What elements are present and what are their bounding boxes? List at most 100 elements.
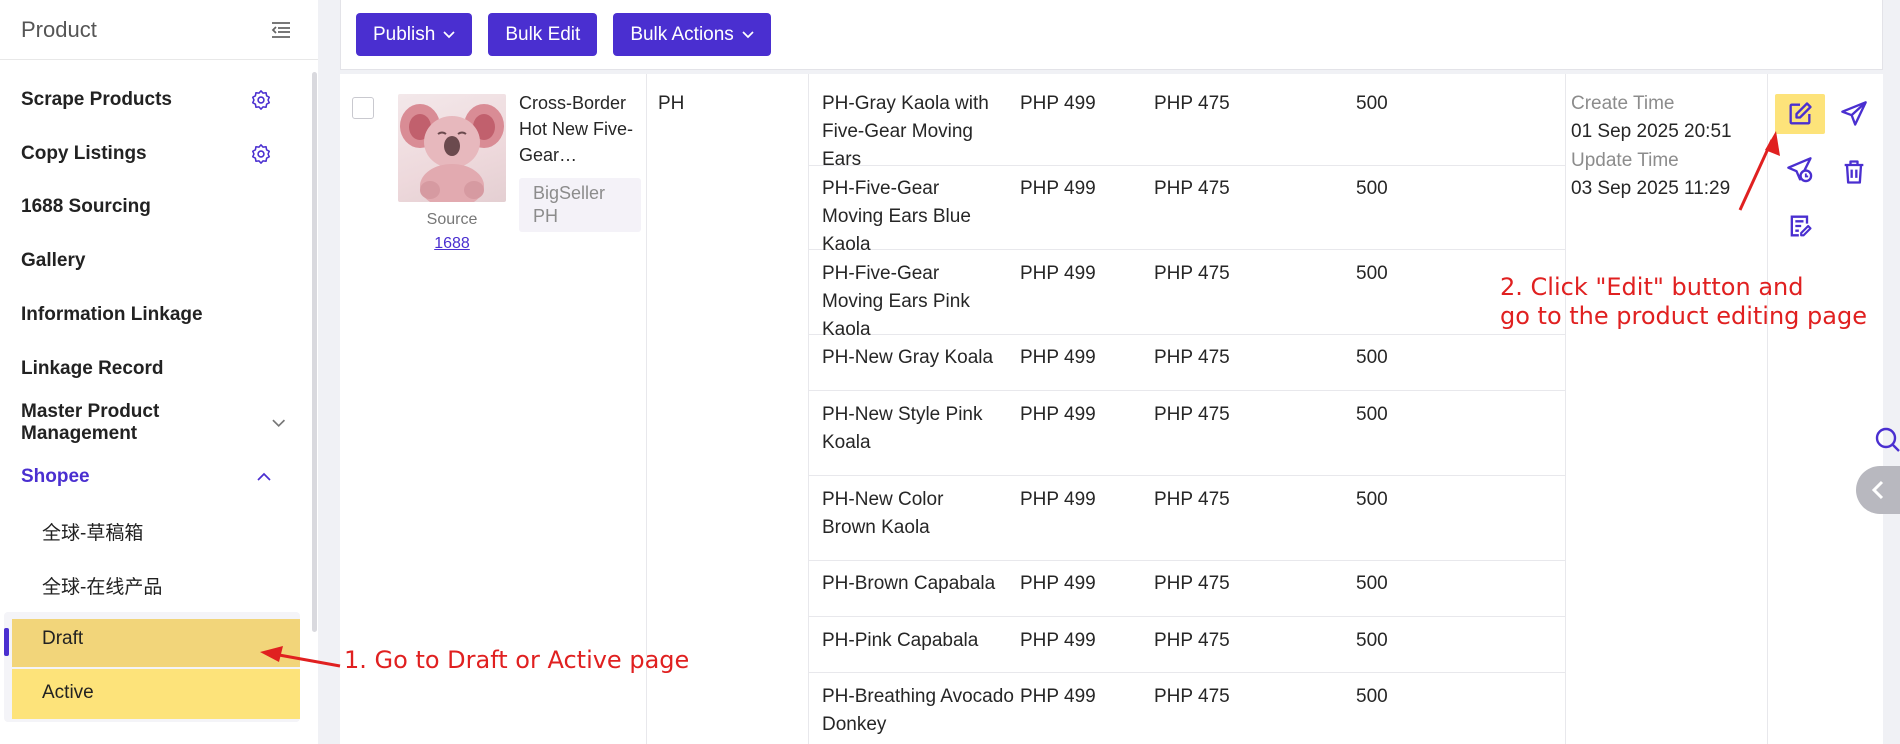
source-label: Source xyxy=(426,211,478,228)
variant-stock: 500 xyxy=(1356,263,1388,284)
row-checkbox[interactable] xyxy=(352,97,374,119)
variant-sale-price: PHP 475 xyxy=(1154,263,1230,284)
sidebar-item-label: Shopee xyxy=(21,466,90,487)
annotation-step2-line1: 2. Click "Edit" button and xyxy=(1500,273,1804,301)
update-time-label: Update Time xyxy=(1571,150,1679,171)
variant-name: PH-Gray Kaola with Five-Gear Moving Ears xyxy=(822,93,989,170)
variant-price: PHP 499 xyxy=(1020,573,1096,594)
sidebar-item-gallery[interactable]: Gallery xyxy=(0,239,300,283)
publish-to-shop-icon[interactable] xyxy=(1786,156,1814,184)
publish-icon[interactable] xyxy=(1840,100,1868,128)
variant-name: PH-Five-Gear Moving Ears Blue Kaola xyxy=(822,178,971,255)
product-image[interactable] xyxy=(398,94,506,202)
variant-price: PHP 499 xyxy=(1020,489,1096,510)
create-time-label: Create Time xyxy=(1571,93,1675,114)
variant-name: PH-Brown Capabala xyxy=(822,573,996,594)
sidebar-item-label: 1688 Sourcing xyxy=(21,196,151,217)
variant-price: PHP 499 xyxy=(1020,404,1096,425)
sidebar-item-copy-listings[interactable]: Copy Listings xyxy=(0,132,300,176)
variant-stock: 500 xyxy=(1356,178,1388,199)
sidebar-item-1688-sourcing[interactable]: 1688 Sourcing xyxy=(0,185,300,229)
publish-label: Publish xyxy=(373,23,436,45)
chevron-down-icon xyxy=(742,30,754,38)
sidebar-item-information-linkage[interactable]: Information Linkage xyxy=(0,293,300,337)
collapse-menu-icon[interactable] xyxy=(270,20,292,40)
sidebar-item-label: Information Linkage xyxy=(21,304,203,325)
sidebar: Product Scrape Products Copy Listings 16… xyxy=(0,0,318,744)
product-table: Source 1688 Cross-Border Hot New Five-Ge… xyxy=(340,74,1883,744)
product-title[interactable]: Cross-Border Hot New Five-Gear… xyxy=(519,90,639,168)
bulk-actions-label: Bulk Actions xyxy=(630,23,734,45)
sidebar-item-master-product-management[interactable]: Master Product Management xyxy=(0,401,300,445)
sidebar-item-label: Draft xyxy=(42,628,84,649)
sidebar-subitem-global-active[interactable]: 全球-在线产品 xyxy=(0,563,300,607)
row-divider xyxy=(808,616,1565,617)
variant-price: PHP 499 xyxy=(1020,263,1096,284)
row-divider xyxy=(808,475,1565,476)
sidebar-item-label: 全球-在线产品 xyxy=(42,576,163,598)
variant-stock: 500 xyxy=(1356,489,1388,510)
sidebar-title: Product xyxy=(21,16,97,42)
publish-button[interactable]: Publish xyxy=(356,13,473,56)
sidebar-item-linkage-record[interactable]: Linkage Record xyxy=(0,347,300,391)
sidebar-subitem-active[interactable]: Active xyxy=(0,671,300,715)
variant-sale-price: PHP 475 xyxy=(1154,347,1230,368)
bulk-edit-label: Bulk Edit xyxy=(505,23,581,45)
sidebar-subitem-global-draft[interactable]: 全球-草稿箱 xyxy=(0,509,300,553)
gear-icon[interactable] xyxy=(250,89,272,111)
site-cell: PH xyxy=(658,93,685,114)
column-divider xyxy=(646,74,647,744)
variant-name: PH-New Gray Koala xyxy=(822,347,994,368)
sidebar-item-label: Active xyxy=(42,682,94,703)
variant-stock: 500 xyxy=(1356,347,1388,368)
variant-stock: 500 xyxy=(1356,404,1388,425)
column-divider xyxy=(1767,74,1768,744)
sidebar-header: Product xyxy=(0,0,318,60)
variant-sale-price: PHP 475 xyxy=(1154,93,1230,114)
sidebar-item-label: Gallery xyxy=(21,250,86,271)
gear-icon[interactable] xyxy=(250,143,272,165)
update-time-value: 03 Sep 2025 11:29 xyxy=(1571,178,1731,199)
row-divider xyxy=(808,390,1565,391)
annotation-step1: 1. Go to Draft or Active page xyxy=(344,646,690,674)
trash-icon[interactable] xyxy=(1840,158,1868,186)
variant-price: PHP 499 xyxy=(1020,630,1096,651)
sidebar-item-scrape-products[interactable]: Scrape Products xyxy=(0,78,300,122)
edit-icon[interactable] xyxy=(1786,100,1814,128)
sidebar-scrollbar[interactable] xyxy=(312,72,317,632)
variant-sale-price: PHP 475 xyxy=(1154,686,1230,707)
variant-name: PH-New Color Brown Kaola xyxy=(822,489,944,538)
store-tag: BigSeller PH xyxy=(519,178,641,232)
sidebar-item-label: Scrape Products xyxy=(21,89,172,110)
variant-price: PHP 499 xyxy=(1020,347,1096,368)
sidebar-item-shopee[interactable]: Shopee xyxy=(0,455,300,499)
column-divider xyxy=(808,74,809,744)
variant-sale-price: PHP 475 xyxy=(1154,489,1230,510)
variant-stock: 500 xyxy=(1356,630,1388,651)
variant-stock: 500 xyxy=(1356,93,1388,114)
chevron-up-icon xyxy=(257,472,271,481)
bulk-actions-button[interactable]: Bulk Actions xyxy=(613,13,771,56)
variant-name: PH-Five-Gear Moving Ears Pink Kaola xyxy=(822,263,970,340)
variant-name: PH-New Style Pink Koala xyxy=(822,404,983,453)
search-icon[interactable] xyxy=(1870,424,1900,456)
variant-price: PHP 499 xyxy=(1020,686,1096,707)
variant-price: PHP 499 xyxy=(1020,178,1096,199)
bulk-edit-button[interactable]: Bulk Edit xyxy=(488,13,598,56)
variant-name: PH-Pink Capabala xyxy=(822,630,979,651)
chevron-left-icon xyxy=(1871,480,1884,500)
source-link[interactable]: 1688 xyxy=(398,235,506,253)
annotation-step2-line2: go to the product editing page xyxy=(1500,302,1867,330)
sidebar-item-label: Master Product Management xyxy=(21,401,160,444)
sidebar-item-label: Copy Listings xyxy=(21,143,147,164)
note-icon[interactable] xyxy=(1786,212,1814,240)
side-panel-toggle[interactable] xyxy=(1856,466,1900,514)
variant-name: PH-Breathing Avocado Donkey xyxy=(822,686,1014,735)
variant-sale-price: PHP 475 xyxy=(1154,630,1230,651)
variant-stock: 500 xyxy=(1356,573,1388,594)
toolbar: Publish Bulk Edit Bulk Actions xyxy=(340,0,1883,70)
sidebar-subitem-draft[interactable]: Draft xyxy=(0,617,300,661)
chevron-down-icon xyxy=(271,419,285,428)
variant-sale-price: PHP 475 xyxy=(1154,573,1230,594)
create-time-value: 01 Sep 2025 20:51 xyxy=(1571,121,1732,142)
